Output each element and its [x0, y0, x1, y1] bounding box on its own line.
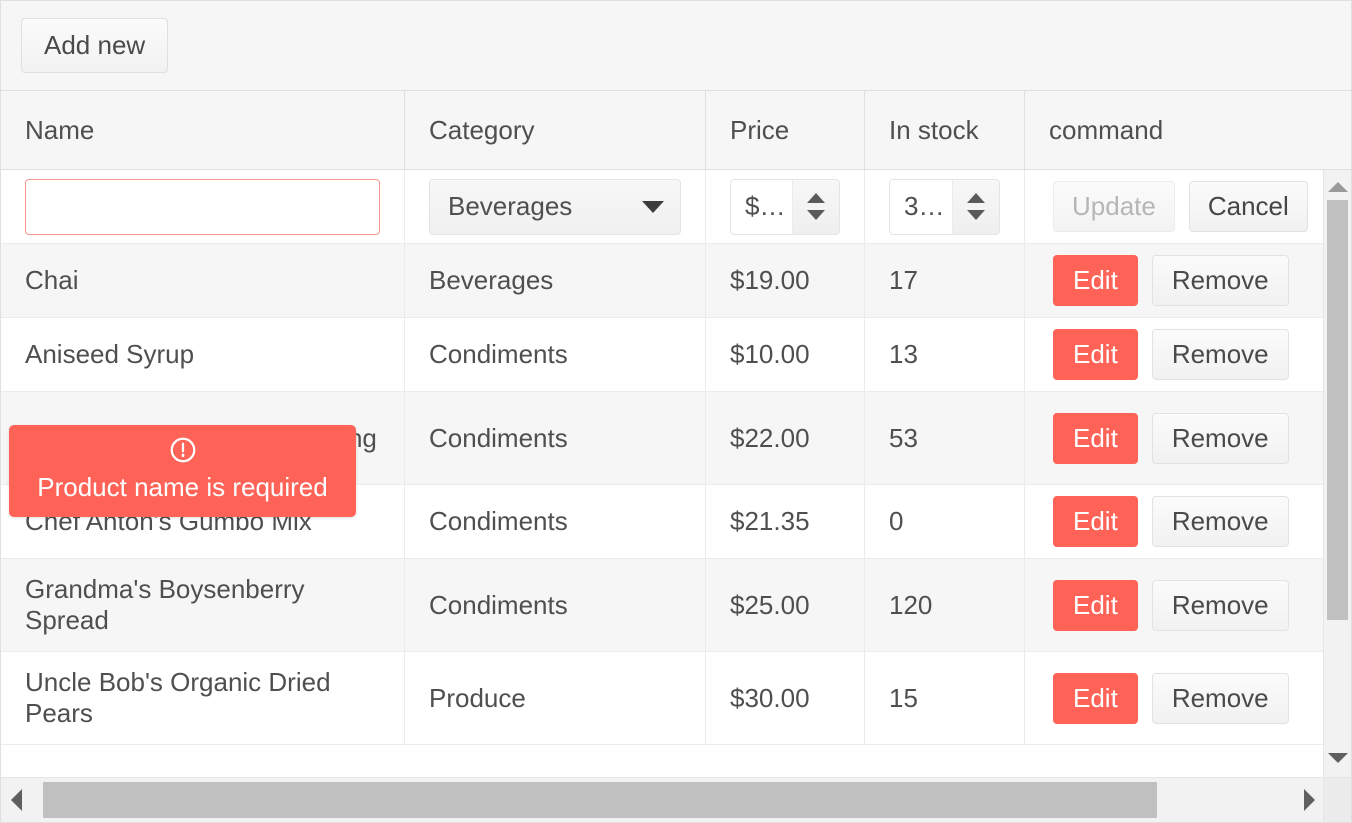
scroll-right-icon[interactable]	[1304, 789, 1315, 811]
header-scrollbar-spacer	[1323, 91, 1351, 169]
price-input-value[interactable]: $…	[731, 180, 792, 234]
vertical-scrollbar[interactable]	[1323, 170, 1351, 777]
cell-name: Aniseed Syrup	[1, 318, 405, 391]
edit-button[interactable]: Edit	[1053, 673, 1138, 724]
validation-message: Product name is required	[19, 473, 346, 503]
cell-command: Edit Remove	[1025, 318, 1323, 391]
edit-button[interactable]: Edit	[1053, 580, 1138, 631]
instock-numeric-input[interactable]: 3…	[889, 179, 1000, 235]
table-row: Chai Beverages $19.00 17 Edit Remove	[1, 244, 1323, 318]
spinner-down-icon[interactable]	[807, 210, 825, 220]
cell-instock: 13	[865, 318, 1025, 391]
scrollbar-corner	[1323, 778, 1351, 822]
cell-name: Uncle Bob's Organic Dried Pears	[1, 652, 405, 744]
spinner-down-icon[interactable]	[967, 210, 985, 220]
cell-price: $25.00	[706, 559, 865, 651]
grid-header-row: Name Category Price In stock command	[1, 91, 1351, 170]
cell-name: Chai	[1, 244, 405, 317]
cell-category: Condiments	[405, 392, 706, 484]
grid-edit-row: Beverages $… 3…	[1, 170, 1323, 244]
remove-button[interactable]: Remove	[1152, 673, 1289, 724]
instock-spinner[interactable]	[952, 180, 999, 234]
vertical-scrollbar-thumb[interactable]	[1327, 200, 1348, 620]
cell-command: Edit Remove	[1025, 244, 1323, 317]
cell-command: Edit Remove	[1025, 392, 1323, 484]
scroll-up-icon[interactable]	[1328, 182, 1348, 192]
grid-body: Beverages $… 3…	[1, 170, 1323, 777]
cell-instock: 53	[865, 392, 1025, 484]
edit-cell-name	[1, 170, 405, 243]
cell-command: Edit Remove	[1025, 559, 1323, 651]
horizontal-scrollbar[interactable]	[1, 777, 1351, 822]
category-dropdown-value: Beverages	[448, 191, 572, 222]
cell-instock: 17	[865, 244, 1025, 317]
cell-category: Condiments	[405, 318, 706, 391]
cell-price: $19.00	[706, 244, 865, 317]
price-spinner[interactable]	[792, 180, 839, 234]
cell-price: $30.00	[706, 652, 865, 744]
column-header-price[interactable]: Price	[706, 91, 865, 169]
cell-command: Edit Remove	[1025, 485, 1323, 558]
column-header-name[interactable]: Name	[1, 91, 405, 169]
cell-category: Produce	[405, 652, 706, 744]
table-row: Uncle Bob's Organic Dried Pears Produce …	[1, 652, 1323, 745]
edit-button[interactable]: Edit	[1053, 413, 1138, 464]
validation-tooltip: Product name is required	[9, 425, 356, 517]
cell-price: $10.00	[706, 318, 865, 391]
cell-instock: 120	[865, 559, 1025, 651]
column-header-instock[interactable]: In stock	[865, 91, 1025, 169]
update-button[interactable]: Update	[1053, 181, 1175, 232]
edit-cell-command: Update Cancel	[1025, 170, 1323, 243]
instock-input-value[interactable]: 3…	[890, 180, 952, 234]
cell-category: Condiments	[405, 559, 706, 651]
edit-cell-instock: 3…	[865, 170, 1025, 243]
column-header-command[interactable]: command	[1025, 91, 1323, 169]
remove-button[interactable]: Remove	[1152, 496, 1289, 547]
category-dropdown[interactable]: Beverages	[429, 179, 681, 235]
remove-button[interactable]: Remove	[1152, 255, 1289, 306]
remove-button[interactable]: Remove	[1152, 580, 1289, 631]
cell-price: $21.35	[706, 485, 865, 558]
data-grid: Add new Name Category Price In stock com…	[0, 0, 1352, 823]
spinner-up-icon[interactable]	[967, 193, 985, 203]
column-header-category[interactable]: Category	[405, 91, 706, 169]
add-new-button[interactable]: Add new	[21, 18, 168, 73]
cell-name: Grandma's Boysenberry Spread	[1, 559, 405, 651]
cell-instock: 0	[865, 485, 1025, 558]
remove-button[interactable]: Remove	[1152, 413, 1289, 464]
table-row: Grandma's Boysenberry Spread Condiments …	[1, 559, 1323, 652]
remove-button[interactable]: Remove	[1152, 329, 1289, 380]
chevron-down-icon	[642, 201, 664, 213]
table-row: Aniseed Syrup Condiments $10.00 13 Edit …	[1, 318, 1323, 392]
scroll-down-icon[interactable]	[1328, 753, 1348, 763]
product-name-input[interactable]	[25, 179, 380, 235]
edit-cell-price: $…	[706, 170, 865, 243]
horizontal-scrollbar-thumb[interactable]	[43, 782, 1157, 818]
cell-category: Condiments	[405, 485, 706, 558]
cell-category: Beverages	[405, 244, 706, 317]
scroll-left-icon[interactable]	[11, 789, 22, 811]
edit-button[interactable]: Edit	[1053, 255, 1138, 306]
cell-price: $22.00	[706, 392, 865, 484]
grid-body-wrapper: Beverages $… 3…	[1, 170, 1351, 777]
edit-button[interactable]: Edit	[1053, 496, 1138, 547]
grid-toolbar: Add new	[1, 1, 1351, 91]
cell-instock: 15	[865, 652, 1025, 744]
edit-button[interactable]: Edit	[1053, 329, 1138, 380]
cancel-button[interactable]: Cancel	[1189, 181, 1308, 232]
spinner-up-icon[interactable]	[807, 193, 825, 203]
exclamation-circle-icon	[19, 435, 346, 469]
edit-cell-category: Beverages	[405, 170, 706, 243]
price-numeric-input[interactable]: $…	[730, 179, 840, 235]
cell-command: Edit Remove	[1025, 652, 1323, 744]
